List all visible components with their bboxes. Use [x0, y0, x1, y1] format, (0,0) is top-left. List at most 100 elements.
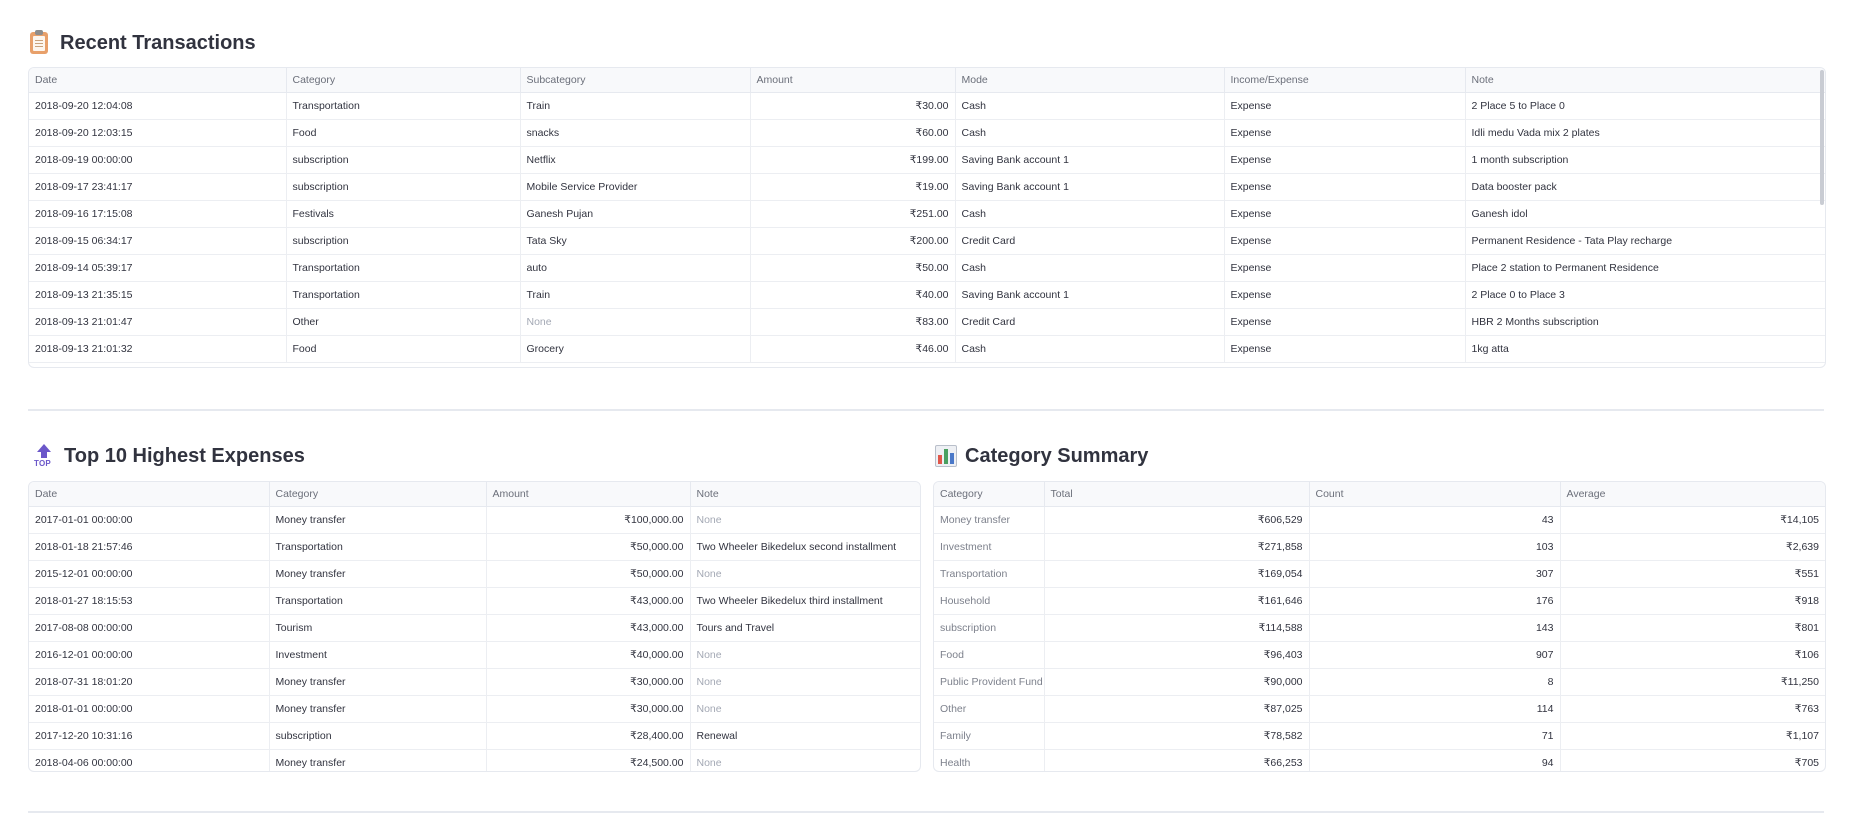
table-cell-date[interactable]: 2018-09-19 00:00:00 — [29, 146, 287, 174]
column-header-subcategory[interactable]: Subcategory — [520, 68, 751, 93]
table-cell-amount[interactable]: ₹40,000.00 — [486, 641, 691, 669]
table-cell-income-expense[interactable]: Expense — [1224, 308, 1466, 336]
table-cell-income-expense[interactable]: Expense — [1224, 200, 1466, 228]
table-cell-income-expense[interactable]: Expense — [1224, 335, 1466, 363]
table-row[interactable]: 2018-09-16 17:15:08 Festivals Ganesh Pujan… — [29, 200, 1825, 228]
table-cell-category[interactable]: Transportation — [286, 92, 521, 120]
table-cell-date[interactable]: 2018-09-13 21:35:15 — [29, 281, 287, 309]
column-header-amount[interactable]: Amount — [750, 68, 956, 93]
table-row[interactable]: 2018-09-14 05:39:17 Transportation auto ₹50… — [29, 254, 1825, 282]
table-cell-category[interactable]: Other — [934, 695, 1045, 723]
table-row[interactable]: 2018-09-20 12:03:15 Food snacks ₹60.00 Cash E… — [29, 119, 1825, 147]
table-row[interactable]: 2017-08-08 00:00:00 Tourism ₹43,000.00 Tour… — [29, 614, 920, 642]
table-cell-amount[interactable]: ₹19.00 — [750, 173, 956, 201]
table-cell-category[interactable]: subscription — [269, 722, 487, 750]
table-cell-mode[interactable]: Saving Bank account 1 — [955, 146, 1225, 174]
table-cell-mode[interactable]: Credit Card — [955, 308, 1225, 336]
column-header-date[interactable]: Date — [29, 482, 270, 507]
table-cell-note[interactable]: None — [690, 695, 920, 723]
table-cell-note[interactable]: Ganesh idol — [1465, 200, 1825, 228]
table-cell-category[interactable]: subscription — [934, 614, 1045, 642]
table-cell-subcategory[interactable]: Grocery — [520, 335, 751, 363]
column-header-average[interactable]: Average — [1560, 482, 1825, 507]
table-cell-category[interactable]: Money transfer — [269, 668, 487, 696]
table-row[interactable]: 2018-09-13 21:01:47 Other None ₹83.00 Credit… — [29, 308, 1825, 336]
table-row[interactable]: 2018-01-18 21:57:46 Transportation ₹50,000… — [29, 533, 920, 561]
table-cell-subcategory[interactable]: Netflix — [520, 146, 751, 174]
table-cell-note[interactable]: 2 Place 5 to Place 0 — [1465, 92, 1825, 120]
table-cell-amount[interactable]: ₹50.00 — [750, 254, 956, 282]
table-cell-note[interactable]: None — [690, 506, 920, 534]
table-cell-date[interactable]: 2017-12-20 10:31:16 — [29, 722, 270, 750]
table-cell-date[interactable]: 2017-01-01 00:00:00 — [29, 506, 270, 534]
table-cell-subcategory[interactable]: Ganesh Pujan — [520, 200, 751, 228]
table-cell-count[interactable]: 307 — [1309, 560, 1561, 588]
column-header-category[interactable]: Category — [286, 68, 521, 93]
column-header-category[interactable]: Category — [269, 482, 487, 507]
table-cell-count[interactable]: 114 — [1309, 695, 1561, 723]
table-cell-category[interactable]: Money transfer — [269, 749, 487, 771]
table-cell-note[interactable]: Two Wheeler Bikedelux third installment — [690, 587, 920, 615]
column-header-note[interactable]: Note — [690, 482, 920, 507]
table-cell-category[interactable]: Food — [286, 119, 521, 147]
table-cell-subcategory[interactable]: None — [520, 308, 751, 336]
table-row[interactable]: 2017-12-20 10:31:16 subscription ₹28,400.0… — [29, 722, 920, 750]
table-cell-amount[interactable]: ₹30.00 — [750, 92, 956, 120]
table-row[interactable]: 2018-04-06 00:00:00 Money transfer ₹24,500… — [29, 749, 920, 771]
table-cell-category[interactable]: Transportation — [286, 281, 521, 309]
table-row[interactable]: Transportation ₹169,054 307 ₹551 — [934, 560, 1825, 588]
table-row[interactable]: subscription ₹114,588 143 ₹801 — [934, 614, 1825, 642]
table-cell-amount[interactable]: ₹46.00 — [750, 335, 956, 363]
table-cell-category[interactable]: Investment — [934, 533, 1045, 561]
table-cell-amount[interactable]: ₹100,000.00 — [486, 506, 691, 534]
table-cell-mode[interactable]: Cash — [955, 92, 1225, 120]
table-cell-date[interactable]: 2018-09-14 05:39:17 — [29, 254, 287, 282]
table-cell-income-expense[interactable]: Expense — [1224, 254, 1466, 282]
column-header-category[interactable]: Category — [934, 482, 1045, 507]
table-cell-category[interactable]: Food — [286, 335, 521, 363]
table-cell-date[interactable]: 2017-08-08 00:00:00 — [29, 614, 270, 642]
table-cell-category[interactable]: Public Provident Fund — [934, 668, 1045, 696]
table-cell-date[interactable]: 2018-07-31 18:01:20 — [29, 668, 270, 696]
table-cell-category[interactable]: Money transfer — [269, 506, 487, 534]
table-cell-mode[interactable]: Cash — [955, 335, 1225, 363]
table-cell-category[interactable]: Transportation — [286, 254, 521, 282]
table-cell-note[interactable]: Data booster pack — [1465, 173, 1825, 201]
table-row[interactable]: Household ₹161,646 176 ₹918 — [934, 587, 1825, 615]
table-row[interactable]: 2018-09-17 23:41:17 subscription Mobile Se… — [29, 173, 1825, 201]
vertical-scrollbar[interactable] — [1820, 70, 1824, 205]
table-cell-category[interactable]: Money transfer — [934, 506, 1045, 534]
table-cell-date[interactable]: 2018-09-20 12:03:15 — [29, 119, 287, 147]
table-cell-total[interactable]: ₹90,000 — [1044, 668, 1310, 696]
table-cell-category[interactable]: Other — [286, 308, 521, 336]
table-cell-category[interactable]: Money transfer — [269, 695, 487, 723]
table-cell-note[interactable]: Permanent Residence - Tata Play recharge — [1465, 227, 1825, 255]
table-cell-note[interactable]: 1 month subscription — [1465, 146, 1825, 174]
table-cell-count[interactable]: 8 — [1309, 668, 1561, 696]
table-cell-subcategory[interactable]: Train — [520, 281, 751, 309]
table-cell-amount[interactable]: ₹43,000.00 — [486, 587, 691, 615]
table-cell-amount[interactable]: ₹30,000.00 — [486, 668, 691, 696]
table-cell-income-expense[interactable]: Expense — [1224, 146, 1466, 174]
table-cell-note[interactable]: Renewal — [690, 722, 920, 750]
table-cell-category[interactable]: Investment — [269, 641, 487, 669]
table-cell-average[interactable]: ₹918 — [1560, 587, 1825, 615]
table-cell-category[interactable]: Money transfer — [269, 560, 487, 588]
table-cell-note[interactable]: None — [690, 641, 920, 669]
table-cell-category[interactable]: subscription — [286, 227, 521, 255]
table-row[interactable]: Health ₹66,253 94 ₹705 — [934, 749, 1825, 771]
table-row[interactable]: Other ₹87,025 114 ₹763 — [934, 695, 1825, 723]
table-cell-total[interactable]: ₹66,253 — [1044, 749, 1310, 771]
table-cell-amount[interactable]: ₹43,000.00 — [486, 614, 691, 642]
table-cell-count[interactable]: 103 — [1309, 533, 1561, 561]
table-cell-category[interactable]: subscription — [286, 173, 521, 201]
table-cell-count[interactable]: 176 — [1309, 587, 1561, 615]
table-cell-total[interactable]: ₹606,529 — [1044, 506, 1310, 534]
table-cell-average[interactable]: ₹11,250 — [1560, 668, 1825, 696]
table-cell-mode[interactable]: Cash — [955, 200, 1225, 228]
table-cell-average[interactable]: ₹763 — [1560, 695, 1825, 723]
table-cell-date[interactable]: 2018-01-18 21:57:46 — [29, 533, 270, 561]
table-cell-date[interactable]: 2018-09-20 12:04:08 — [29, 92, 287, 120]
top10-expenses-table[interactable]: Date Category Amount Note 2017-01-01 00:00:… — [28, 481, 921, 772]
table-row[interactable]: 2015-12-01 00:00:00 Money transfer ₹50,000… — [29, 560, 920, 588]
